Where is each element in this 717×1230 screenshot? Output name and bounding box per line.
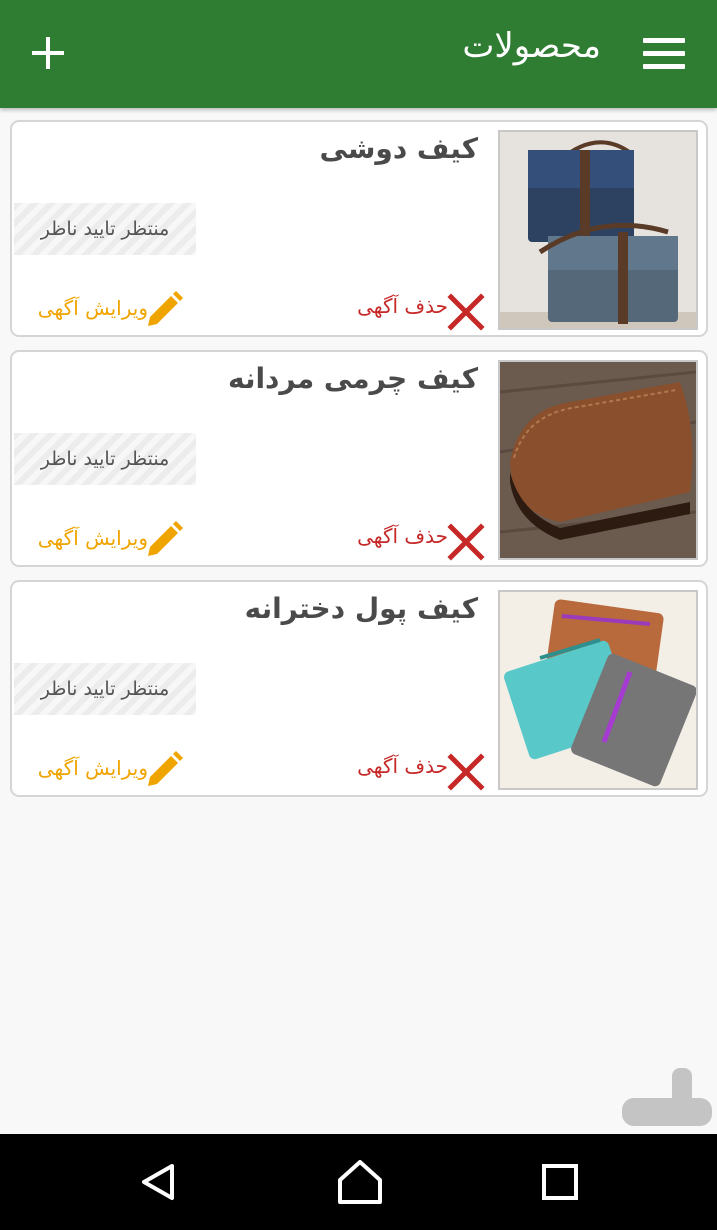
close-icon [447,523,485,561]
edit-label: ویرایش آگهی [37,756,148,780]
add-icon[interactable] [30,35,66,71]
recents-icon[interactable] [536,1158,584,1206]
product-image [498,360,698,560]
product-card[interactable]: کیف چرمی مردانه منتظر تایید ناظر حذف آگه… [10,350,708,567]
delete-button[interactable]: حذف آگهی [346,748,486,792]
close-icon [447,753,485,791]
delete-label: حذف آگهی [357,754,448,778]
product-title: کیف دوشی [319,132,478,165]
product-image [498,130,698,330]
close-icon [447,293,485,331]
system-nav-bar [0,1134,717,1230]
pencil-icon [148,751,183,786]
status-badge: منتظر تایید ناظر [14,203,196,255]
edit-button[interactable]: ویرایش آگهی [24,518,184,562]
delete-label: حذف آگهی [357,294,448,318]
menu-icon[interactable] [643,38,685,70]
edit-label: ویرایش آگهی [37,526,148,550]
delete-label: حذف آگهی [357,524,448,548]
product-card[interactable]: کیف دوشی منتظر تایید ناظر حذف آگهی ویرای… [10,120,708,337]
product-image [498,590,698,790]
product-card[interactable]: کیف پول دخترانه منتظر تایید ناظر حذف آگه… [10,580,708,797]
pencil-icon [148,521,183,556]
edit-button[interactable]: ویرایش آگهی [24,288,184,332]
back-icon[interactable] [136,1158,184,1206]
delete-button[interactable]: حذف آگهی [346,518,486,562]
status-badge: منتظر تایید ناظر [14,433,196,485]
edit-label: ویرایش آگهی [37,296,148,320]
home-icon[interactable] [336,1158,384,1206]
app-bar: محصولات [0,0,717,108]
page-title: محصولات [462,26,601,66]
product-title: کیف پول دخترانه [244,592,478,625]
pencil-icon [148,291,183,326]
delete-button[interactable]: حذف آگهی [346,288,486,332]
product-title: کیف چرمی مردانه [227,362,478,395]
status-badge: منتظر تایید ناظر [14,663,196,715]
edit-button[interactable]: ویرایش آگهی [24,748,184,792]
